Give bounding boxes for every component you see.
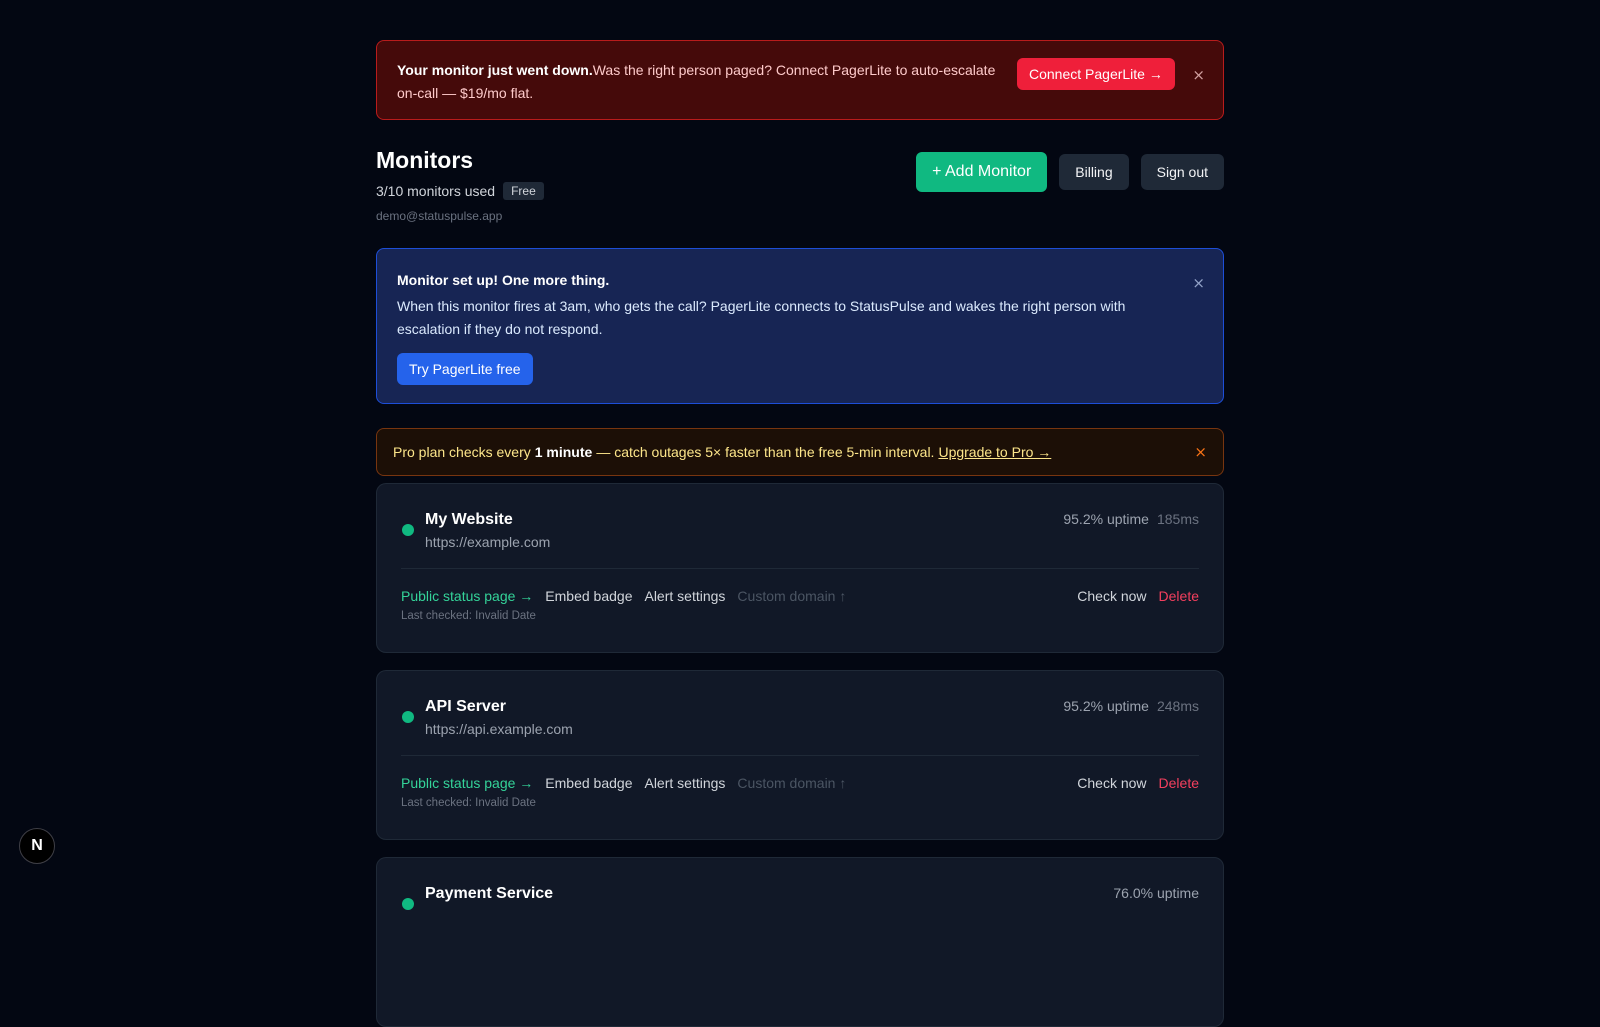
monitor-name: My Website [425,511,513,528]
monitor-card: My Website https://example.com 95.2% upt… [376,483,1224,653]
pagerlite-onboarding-card: Monitor set up! One more thing. When thi… [376,248,1224,404]
connect-pagerlite-button[interactable]: Connect PagerLite → [1017,58,1175,90]
nextjs-dev-badge[interactable]: N [19,828,55,864]
embed-badge-link[interactable]: Embed badge [545,775,632,791]
custom-domain-link[interactable]: Custom domain ↑ [737,588,846,604]
monitor-down-message: Your monitor just went down.Was the righ… [397,59,997,105]
close-icon[interactable]: × [1194,445,1207,460]
monitor-name: API Server [425,698,506,715]
monitor-url: https://example.com [425,534,551,550]
onboarding-title: Monitor set up! One more thing. [397,272,610,288]
sign-out-button[interactable]: Sign out [1140,154,1224,190]
header-actions: + Add Monitor Billing Sign out [916,152,1224,192]
page-title: Monitors [376,147,474,173]
monitor-latency: 185ms [1156,511,1199,527]
last-checked: Last checked: Invalid Date [401,797,536,809]
monitor-down-banner: Your monitor just went down.Was the righ… [376,40,1224,120]
plan-badge: Free [503,182,544,200]
delete-button[interactable]: Delete [1159,588,1199,604]
upgrade-text-post: — catch outages 5× faster than the free … [596,444,935,460]
monitor-url: https://api.example.com [425,721,573,737]
account-email: demo@statuspulse.app [376,209,503,223]
monitor-card: Payment Service 76.0% uptime [376,857,1224,1027]
onboarding-body: When this monitor fires at 3am, who gets… [397,298,1126,337]
check-now-button[interactable]: Check now [1077,588,1146,604]
public-status-page-link[interactable]: Public status page → [401,775,533,791]
delete-button[interactable]: Delete [1159,775,1199,791]
upgrade-banner: Pro plan checks every 1 minute — catch o… [376,428,1224,476]
try-pagerlite-button[interactable]: Try PagerLite free [397,353,533,385]
monitor-latency: 248ms [1156,698,1199,714]
dashboard: Your monitor just went down.Was the righ… [376,40,1224,1027]
close-icon[interactable]: × [1192,276,1205,291]
usage-row: 3/10 monitors used Free [376,182,544,200]
monitor-down-title: Your monitor just went down. [397,62,593,78]
upgrade-text-pre: Pro plan checks every [393,444,531,460]
custom-domain-link[interactable]: Custom domain ↑ [737,775,846,791]
last-checked: Last checked: Invalid Date [401,610,536,622]
monitor-stats: 95.2% uptime 185ms [1063,511,1199,527]
monitor-stats: 95.2% uptime 248ms [1063,698,1199,714]
check-now-button[interactable]: Check now [1077,775,1146,791]
monitor-usage: 3/10 monitors used [376,183,496,199]
status-dot-icon [402,524,414,536]
monitor-stats: 76.0% uptime [1113,885,1199,901]
close-icon[interactable]: × [1192,68,1205,83]
add-monitor-button[interactable]: + Add Monitor [916,152,1048,192]
status-dot-icon [402,711,414,723]
embed-badge-link[interactable]: Embed badge [545,588,632,604]
monitor-uptime: 76.0% uptime [1113,885,1199,901]
monitor-uptime: 95.2% uptime [1063,511,1149,527]
upgrade-text-bold: 1 minute [534,444,593,460]
billing-button[interactable]: Billing [1059,154,1129,190]
public-status-page-link[interactable]: Public status page → [401,588,533,604]
monitor-uptime: 95.2% uptime [1063,698,1149,714]
monitor-name: Payment Service [425,885,554,902]
alert-settings-link[interactable]: Alert settings [644,775,725,791]
upgrade-to-pro-link[interactable]: Upgrade to Pro → [938,444,1051,460]
monitor-card: API Server https://api.example.com 95.2%… [376,670,1224,840]
alert-settings-link[interactable]: Alert settings [644,588,725,604]
